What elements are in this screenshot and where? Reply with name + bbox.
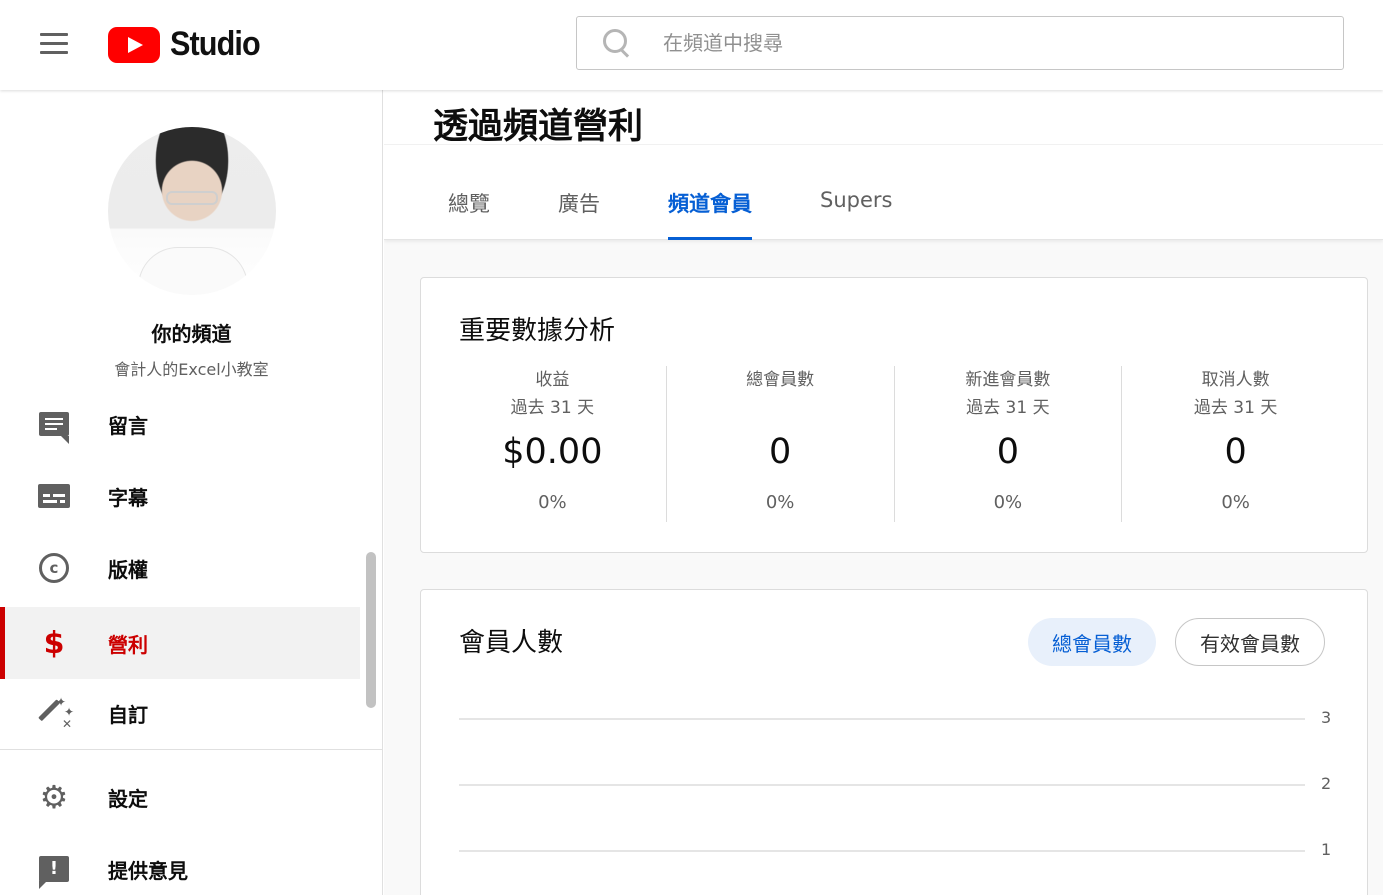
top-bar: Studio (0, 0, 1383, 90)
key-metrics-card: 重要數據分析 收益 過去 31 天 $0.00 0% 總會員數 0 0% 新進會… (420, 277, 1368, 553)
gear-icon: ⚙ (39, 778, 69, 816)
metric-label: 收益 (535, 370, 570, 390)
sidebar-item-label: 設定 (108, 786, 148, 811)
y-tick-label: 1 (1321, 840, 1332, 859)
chart-gridline (459, 718, 1305, 720)
channel-label: 你的頻道 (151, 322, 232, 346)
search-icon[interactable] (599, 25, 635, 61)
metric-value: 0 (1224, 432, 1247, 472)
sidebar-item-customization[interactable]: ✦ ✦ ✕ 自訂 (0, 677, 360, 749)
sidebar-divider (0, 749, 382, 750)
subtitles-icon (38, 480, 70, 512)
search-box[interactable] (576, 16, 1344, 70)
metric-change: 0% (1221, 492, 1250, 513)
avatar-shirt (138, 247, 248, 295)
y-tick-label: 2 (1321, 774, 1332, 793)
metric-label: 總會員數 (746, 370, 815, 390)
sidebar-item-label: 版權 (108, 557, 148, 582)
tab-ads[interactable]: 廣告 (524, 178, 634, 240)
metrics-row: 收益 過去 31 天 $0.00 0% 總會員數 0 0% 新進會員數 過去 3… (439, 366, 1349, 522)
sidebar-scrollbar[interactable] (366, 552, 376, 708)
comment-icon (38, 408, 70, 444)
metric-label: 取消人數 (1201, 370, 1270, 390)
sidebar-item-monetization[interactable]: $ 營利 (0, 607, 360, 679)
header-separator (384, 144, 1383, 145)
sidebar-item-label: 自訂 (108, 702, 148, 727)
metric-cancellations[interactable]: 取消人數 過去 31 天 0 0% (1122, 366, 1349, 522)
active-members-chip[interactable]: 有效會員數 (1175, 618, 1325, 666)
avatar-glasses (166, 191, 218, 205)
channel-name: 會計人的Excel小教室 (114, 360, 269, 379)
members-chart-title: 會員人數 (459, 628, 564, 658)
sidebar-item-label: 提供意見 (108, 858, 188, 883)
metric-change: 0% (538, 492, 567, 513)
sidebar-item-copyright[interactable]: c 版權 (0, 532, 360, 604)
feedback-icon: ! (38, 853, 70, 889)
menu-icon[interactable] (30, 22, 78, 64)
tab-memberships[interactable]: 頻道會員 (634, 178, 786, 240)
y-tick-label: 3 (1321, 708, 1332, 727)
metric-revenue[interactable]: 收益 過去 31 天 $0.00 0% (439, 366, 667, 522)
tab-overview[interactable]: 總覽 (414, 178, 524, 240)
metric-value: $0.00 (502, 432, 603, 472)
total-members-chip[interactable]: 總會員數 (1028, 618, 1156, 666)
metric-period: 過去 31 天 (510, 398, 595, 418)
page-title: 透過頻道營利 (433, 107, 644, 147)
sidebar-item-label: 營利 (108, 632, 148, 657)
sidebar-item-feedback[interactable]: ! 提供意見 (0, 833, 360, 895)
tab-bar: 總覽 廣告 頻道會員 Supers (414, 178, 926, 240)
metric-change: 0% (993, 492, 1023, 513)
metric-total-members[interactable]: 總會員數 0 0% (667, 366, 895, 522)
metric-label: 新進會員數 (965, 370, 1051, 390)
metric-value: 0 (996, 432, 1020, 472)
key-metrics-title: 重要數據分析 (459, 316, 616, 346)
metric-period: 過去 31 天 (1193, 398, 1278, 418)
metric-new-members[interactable]: 新進會員數 過去 31 天 0 0% (895, 366, 1123, 522)
sidebar: 你的頻道 會計人的Excel小教室 留言 字幕 c 版權 $ 營利 ✦ ✦ ✕ 自訂… (0, 90, 383, 895)
studio-logo[interactable]: Studio (108, 25, 270, 64)
metric-value: 0 (768, 432, 792, 472)
metric-change: 0% (765, 492, 795, 513)
youtube-play-icon (108, 26, 160, 63)
sidebar-item-comments[interactable]: 留言 (0, 388, 360, 460)
sidebar-item-label: 字幕 (108, 485, 148, 510)
search-input[interactable] (663, 31, 1263, 55)
logo-text: Studio (170, 25, 261, 63)
dollar-icon: $ (43, 625, 65, 661)
chart-gridline (459, 784, 1305, 786)
page-header: 透過頻道營利 總覽 廣告 頻道會員 Supers (384, 90, 1383, 240)
sidebar-item-subtitles[interactable]: 字幕 (0, 460, 360, 532)
main-content: 透過頻道營利 總覽 廣告 頻道會員 Supers 重要數據分析 收益 過去 31… (384, 90, 1383, 895)
members-chart-card: 會員人數 總會員數 有效會員數 3 2 1 (420, 589, 1368, 895)
channel-avatar[interactable] (108, 127, 276, 295)
chart-gridline (459, 850, 1305, 852)
copyright-icon: c (38, 552, 70, 584)
sidebar-item-settings[interactable]: ⚙ 設定 (0, 761, 360, 833)
tab-supers[interactable]: Supers (786, 178, 926, 240)
metric-period: 過去 31 天 (966, 398, 1050, 418)
sidebar-item-label: 留言 (108, 413, 148, 438)
magic-wand-icon: ✦ ✦ ✕ (38, 695, 74, 731)
